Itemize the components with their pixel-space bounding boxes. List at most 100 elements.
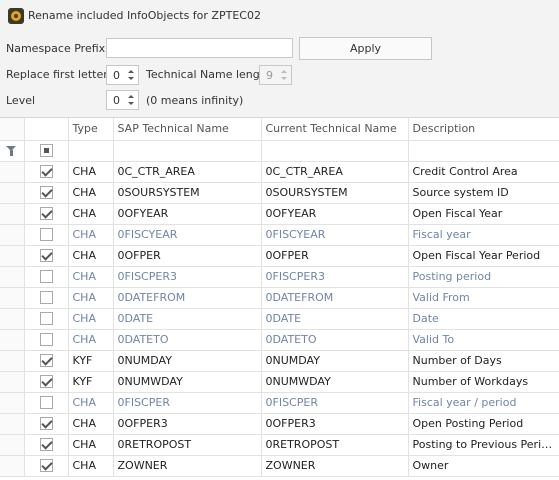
cell-description[interactable]: Source system ID [408,182,559,204]
row-checkbox-cell[interactable] [24,434,69,456]
cell-type[interactable]: CHA [68,182,114,204]
cell-sap-technical-name[interactable]: 0SOURSYSTEM [113,182,262,204]
row-indicator[interactable] [0,182,25,204]
filter-checkbox[interactable] [39,144,53,158]
row-indicator[interactable] [0,371,25,393]
cell-sap-technical-name[interactable]: ZOWNER [113,455,262,477]
cell-type[interactable]: CHA [68,392,114,414]
row-checkbox-cell[interactable] [24,245,69,267]
column-header-type[interactable]: Type [68,118,114,141]
cell-sap-technical-name[interactable]: 0OFPER3 [113,413,262,435]
cell-description[interactable]: Valid To [408,329,559,351]
row-indicator[interactable] [0,392,25,414]
row-checkbox-cell[interactable] [24,161,69,183]
cell-description[interactable]: Number of Workdays [408,371,559,393]
cell-description[interactable]: Fiscal year [408,224,559,246]
cell-current-technical-name[interactable]: ZOWNER [261,455,409,477]
column-header-sap-technical-name[interactable]: SAP Technical Name [113,118,262,141]
row-indicator[interactable] [0,266,25,288]
table-row[interactable]: CHA 0RETROPOST 0RETROPOST Posting to Previo… [0,434,559,456]
cell-sap-technical-name[interactable]: 0DATEFROM [113,287,262,309]
cell-description[interactable]: Open Fiscal Year [408,203,559,225]
row-indicator[interactable] [0,329,25,351]
cell-current-technical-name[interactable]: 0DATETO [261,329,409,351]
cell-sap-technical-name[interactable]: 0FISCYEAR [113,224,262,246]
cell-type[interactable]: CHA [68,455,114,477]
table-row[interactable]: CHA 0DATEFROM 0DATEFROM Valid From [0,287,559,309]
row-indicator[interactable] [0,455,25,477]
row-indicator[interactable] [0,308,25,330]
table-row[interactable]: CHA 0DATE 0DATE Date [0,308,559,330]
table-row[interactable]: CHA 0FISCYEAR 0FISCYEAR Fiscal year [0,224,559,246]
cell-type[interactable]: CHA [68,224,114,246]
table-row[interactable]: CHA 0OFPER3 0OFPER3 Open Posting Period [0,413,559,435]
cell-sap-technical-name[interactable]: 0NUMDAY [113,350,262,372]
cell-sap-technical-name[interactable]: 0DATETO [113,329,262,351]
cell-current-technical-name[interactable]: 0NUMDAY [261,350,409,372]
filter-cell-sap-technical-name[interactable] [113,140,262,162]
row-indicator[interactable] [0,434,25,456]
row-checkbox-cell[interactable] [24,455,69,477]
row-checkbox-cell[interactable] [24,308,69,330]
row-indicator[interactable] [0,161,25,183]
row-checkbox-cell[interactable] [24,266,69,288]
cell-description[interactable]: Number of Days [408,350,559,372]
spin-down-icon[interactable] [127,75,136,83]
table-row[interactable]: CHA 0FISCPER3 0FISCPER3 Posting period [0,266,559,288]
row-checkbox[interactable] [39,312,53,326]
cell-current-technical-name[interactable]: 0DATEFROM [261,287,409,309]
cell-current-technical-name[interactable]: 0OFPER [261,245,409,267]
cell-current-technical-name[interactable]: 0RETROPOST [261,434,409,456]
table-row[interactable]: CHA 0SOURSYSTEM 0SOURSYSTEM Source system I… [0,182,559,204]
level-spinner[interactable]: 0 [106,90,139,110]
cell-type[interactable]: CHA [68,245,114,267]
cell-current-technical-name[interactable]: 0NUMWDAY [261,371,409,393]
table-row[interactable]: CHA 0OFPER 0OFPER Open Fiscal Year Period [0,245,559,267]
row-indicator[interactable] [0,245,25,267]
table-row[interactable]: KYF 0NUMDAY 0NUMDAY Number of Days [0,350,559,372]
namespace-prefix-input[interactable] [106,38,293,58]
row-checkbox-cell[interactable] [24,287,69,309]
filter-cell-current-technical-name[interactable] [261,140,409,162]
row-indicator[interactable] [0,287,25,309]
row-checkbox-cell[interactable] [24,371,69,393]
cell-sap-technical-name[interactable]: 0FISCPER3 [113,266,262,288]
row-checkbox-cell[interactable] [24,203,69,225]
cell-type[interactable]: CHA [68,266,114,288]
table-row[interactable]: CHA 0FISCPER 0FISCPER Fiscal year / period [0,392,559,414]
spin-down-icon[interactable] [127,100,136,108]
filter-cell-type[interactable] [68,140,114,162]
cell-type[interactable]: KYF [68,350,114,372]
cell-type[interactable]: CHA [68,287,114,309]
cell-sap-technical-name[interactable]: 0FISCPER [113,392,262,414]
cell-description[interactable]: Owner [408,455,559,477]
cell-description[interactable]: Date [408,308,559,330]
row-checkbox[interactable] [39,396,53,410]
cell-sap-technical-name[interactable]: 0C_CTR_AREA [113,161,262,183]
cell-current-technical-name[interactable]: 0C_CTR_AREA [261,161,409,183]
replace-first-letters-spinner[interactable]: 0 [106,65,139,85]
column-header-current-technical-name[interactable]: Current Technical Name [261,118,409,141]
row-checkbox[interactable] [39,165,53,179]
table-row[interactable]: CHA 0OFYEAR 0OFYEAR Open Fiscal Year [0,203,559,225]
cell-description[interactable]: Fiscal year / period [408,392,559,414]
cell-description[interactable]: Open Posting Period [408,413,559,435]
table-row[interactable]: CHA 0DATETO 0DATETO Valid To [0,329,559,351]
table-row[interactable]: CHA ZOWNER ZOWNER Owner [0,455,559,477]
row-checkbox[interactable] [39,438,53,452]
row-checkbox[interactable] [39,270,53,284]
row-indicator[interactable] [0,413,25,435]
row-checkbox-cell[interactable] [24,392,69,414]
cell-sap-technical-name[interactable]: 0DATE [113,308,262,330]
row-checkbox[interactable] [39,186,53,200]
cell-type[interactable]: CHA [68,434,114,456]
row-checkbox-cell[interactable] [24,413,69,435]
row-checkbox-cell[interactable] [24,350,69,372]
cell-type[interactable]: CHA [68,308,114,330]
cell-type[interactable]: KYF [68,371,114,393]
row-checkbox[interactable] [39,459,53,473]
row-checkbox[interactable] [39,417,53,431]
row-checkbox[interactable] [39,354,53,368]
cell-current-technical-name[interactable]: 0OFPER3 [261,413,409,435]
filter-cell-description[interactable] [408,140,559,162]
